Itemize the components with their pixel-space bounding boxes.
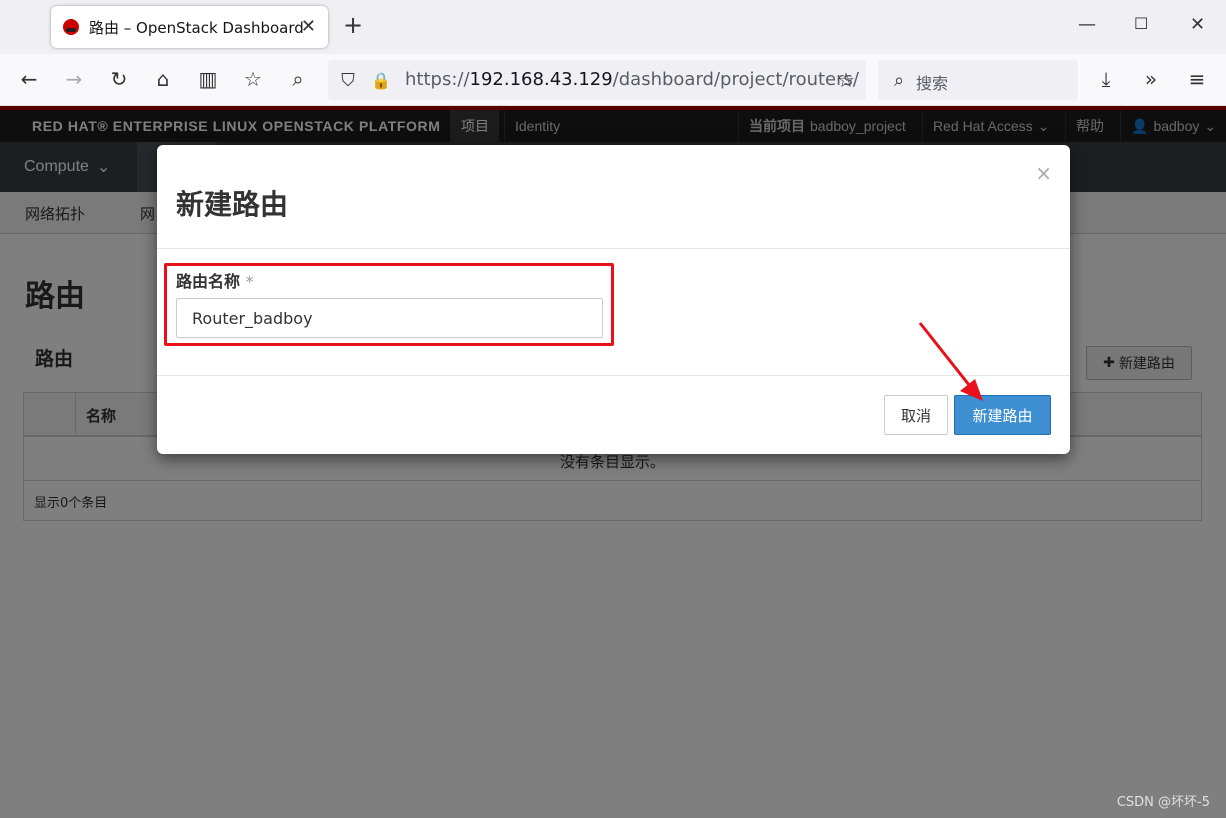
back-icon[interactable]: ← [16, 66, 42, 92]
menu-icon[interactable]: ≡ [1184, 66, 1210, 92]
overflow-icon[interactable]: » [1138, 66, 1164, 92]
reader-view-icon[interactable]: ▥ [195, 66, 221, 92]
lock-icon[interactable]: 🔒 [368, 67, 394, 93]
window-close-icon[interactable]: ✕ [1190, 14, 1205, 35]
annotation-arrow-icon [918, 322, 983, 401]
search-bar[interactable]: ⌕ 搜索 [878, 60, 1078, 100]
new-tab-icon[interactable]: + [343, 13, 363, 37]
url-bar[interactable]: ⛉ 🔒 https://192.168.43.129/dashboard/pro… [328, 60, 866, 100]
browser-navbar: ← → ↻ ⌂ ▥ ☆ ⌕ ⛉ 🔒 https://192.168.43.129… [0, 54, 1226, 106]
redhat-favicon-icon [63, 19, 79, 35]
watermark: CSDN @坏坏-5 [1116, 795, 1210, 810]
browser-tab[interactable]: 路由 – OpenStack Dashboard ✕ [51, 6, 328, 48]
download-icon[interactable]: ⤓ [1093, 66, 1119, 92]
url-text: https://192.168.43.129/dashboard/project… [405, 69, 859, 90]
home-icon[interactable]: ⌂ [150, 66, 176, 92]
search-icon: ⌕ [893, 69, 905, 91]
minimize-icon[interactable]: — [1078, 14, 1096, 35]
search-icon[interactable]: ⌕ [285, 66, 311, 92]
maximize-icon[interactable]: ☐ [1134, 14, 1148, 33]
reload-icon[interactable]: ↻ [106, 66, 132, 92]
shield-icon[interactable]: ⛉ [335, 67, 361, 93]
forward-icon[interactable]: → [61, 66, 87, 92]
star-bookmark-icon[interactable]: ☆ [833, 67, 859, 93]
close-tab-icon[interactable]: ✕ [301, 16, 316, 37]
create-router-modal: × 新建路由 路由名称 * 取消 新建路由 [157, 145, 1070, 454]
search-placeholder: 搜索 [916, 74, 949, 93]
bookmarks-icon[interactable]: ☆ [240, 66, 266, 92]
browser-tabstrip: 路由 – OpenStack Dashboard ✕ + — ☐ ✕ [0, 0, 1226, 54]
tab-title: 路由 – OpenStack Dashboard [89, 18, 304, 37]
